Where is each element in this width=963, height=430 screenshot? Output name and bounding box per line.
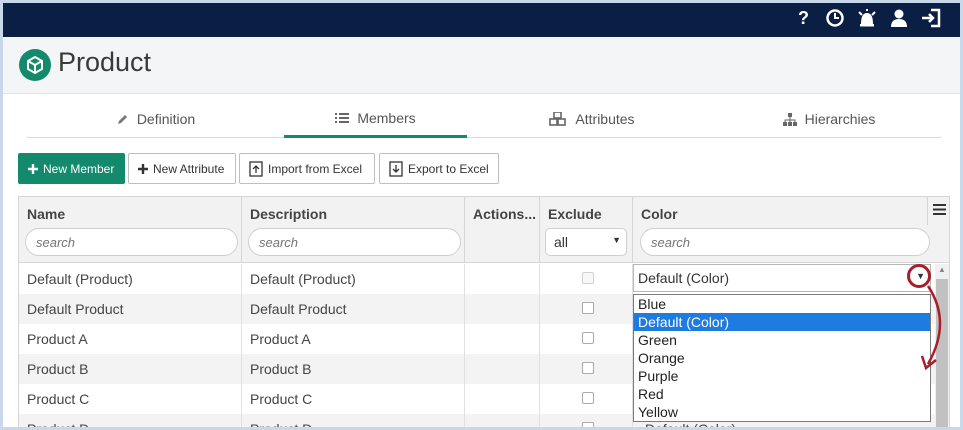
logout-icon[interactable] xyxy=(920,8,942,28)
actions-cell xyxy=(465,264,540,294)
exclude-checkbox[interactable] xyxy=(582,392,594,404)
color-select-value: Default (Color) xyxy=(638,270,730,286)
name-cell[interactable]: Product A xyxy=(19,324,242,354)
tab-attributes[interactable]: Attributes xyxy=(467,100,717,138)
exclude-checkbox[interactable] xyxy=(582,272,594,284)
page-title: Product xyxy=(58,47,152,77)
hamburger-icon xyxy=(933,202,946,220)
exclude-checkbox[interactable] xyxy=(582,422,594,429)
column-header-description[interactable]: Description xyxy=(242,197,465,263)
tab-label: Members xyxy=(357,109,416,126)
cubes-icon xyxy=(549,112,567,126)
color-option-selected[interactable]: Default (Color) xyxy=(634,313,930,331)
tab-bar: Definition Members Attributes Hierarchie… xyxy=(27,100,941,138)
color-option[interactable]: Green xyxy=(634,331,930,349)
description-cell[interactable]: Product A xyxy=(242,324,465,354)
sitemap-icon xyxy=(782,112,797,126)
help-icon[interactable]: ? xyxy=(794,8,816,28)
file-download-icon xyxy=(389,160,403,177)
exclude-cell xyxy=(540,264,633,294)
top-bar: ? xyxy=(0,0,963,37)
actions-cell xyxy=(465,354,540,384)
color-option[interactable]: Purple xyxy=(634,367,930,385)
column-header-color[interactable]: Color xyxy=(633,197,949,263)
exclude-checkbox[interactable] xyxy=(582,302,594,314)
export-excel-label: Export to Excel xyxy=(408,161,489,176)
pencil-icon xyxy=(116,113,129,126)
new-attribute-label: New Attribute xyxy=(153,161,225,176)
color-option[interactable]: Yellow xyxy=(634,403,930,421)
exclude-cell xyxy=(540,294,633,324)
color-search-input[interactable] xyxy=(640,228,930,256)
scroll-up-icon[interactable]: ▲ xyxy=(938,265,946,274)
name-cell[interactable]: Product C xyxy=(19,384,242,414)
plus-icon xyxy=(28,163,38,174)
file-upload-icon xyxy=(249,160,263,177)
new-member-label: New Member xyxy=(43,161,115,176)
column-label: Name xyxy=(27,206,66,222)
column-label: Description xyxy=(250,206,328,222)
chevron-down-icon: ▼ xyxy=(612,235,621,245)
tab-label: Hierarchies xyxy=(804,111,876,127)
name-search-input[interactable] xyxy=(25,228,238,256)
actions-cell xyxy=(465,294,540,324)
description-cell[interactable]: Default Product xyxy=(242,294,465,324)
clock-icon[interactable] xyxy=(825,8,847,28)
exclude-cell xyxy=(540,324,633,354)
exclude-checkbox[interactable] xyxy=(582,362,594,374)
column-label: Actions... xyxy=(473,206,537,222)
new-attribute-button[interactable]: New Attribute xyxy=(128,153,236,184)
alarm-icon[interactable] xyxy=(856,8,878,28)
exclude-filter-select[interactable]: all ▼ xyxy=(545,228,627,256)
description-search-input[interactable] xyxy=(248,228,461,256)
tab-members[interactable]: Members xyxy=(284,100,467,138)
user-icon[interactable] xyxy=(889,8,911,28)
description-cell[interactable]: Product D xyxy=(242,414,465,429)
actions-cell xyxy=(465,324,540,354)
column-menu-button[interactable] xyxy=(927,197,949,225)
name-cell[interactable]: Product B xyxy=(19,354,242,384)
description-cell[interactable]: Default (Product) xyxy=(242,264,465,294)
exclude-cell xyxy=(540,354,633,384)
column-header-exclude[interactable]: Exclude all ▼ xyxy=(540,197,633,263)
exclude-checkbox[interactable] xyxy=(582,332,594,344)
column-header-actions[interactable]: Actions... xyxy=(465,197,540,263)
svg-text:?: ? xyxy=(798,8,809,28)
new-member-button[interactable]: New Member xyxy=(18,153,125,184)
tab-definition[interactable]: Definition xyxy=(27,100,284,138)
color-option[interactable]: Blue xyxy=(634,295,930,313)
import-excel-button[interactable]: Import from Excel xyxy=(239,153,375,184)
column-label: Color xyxy=(641,206,678,222)
actions-cell xyxy=(465,384,540,414)
name-cell[interactable]: Default Product xyxy=(19,294,242,324)
product-cube-icon xyxy=(19,49,51,81)
exclude-cell xyxy=(540,414,633,429)
description-cell[interactable]: Product B xyxy=(242,354,465,384)
tab-hierarchies[interactable]: Hierarchies xyxy=(717,100,941,138)
column-header-name[interactable]: Name xyxy=(19,197,242,263)
import-excel-label: Import from Excel xyxy=(268,161,363,176)
name-cell[interactable]: Product D xyxy=(19,414,242,429)
list-icon xyxy=(335,112,350,124)
tab-label: Definition xyxy=(136,111,196,127)
export-excel-button[interactable]: Export to Excel xyxy=(379,153,499,184)
page-header: Product xyxy=(3,37,960,94)
tab-label: Attributes xyxy=(575,111,635,127)
color-dropdown-list: Blue Default (Color) Green Orange Purple… xyxy=(633,294,931,422)
exclude-cell xyxy=(540,384,633,414)
color-select[interactable]: Default (Color) ▼ xyxy=(633,264,931,292)
plus-icon xyxy=(138,163,148,174)
color-option[interactable]: Red xyxy=(634,385,930,403)
column-label: Exclude xyxy=(548,206,602,222)
name-cell[interactable]: Default (Product) xyxy=(19,264,242,294)
annotation-arrow-icon xyxy=(920,285,942,371)
grid-header: Name Description Actions... Exclude all … xyxy=(19,197,949,263)
actions-cell xyxy=(465,414,540,429)
description-cell[interactable]: Product C xyxy=(242,384,465,414)
color-option[interactable]: Orange xyxy=(634,349,930,367)
exclude-filter-value: all xyxy=(554,234,569,250)
members-grid: Name Description Actions... Exclude all … xyxy=(18,196,950,430)
